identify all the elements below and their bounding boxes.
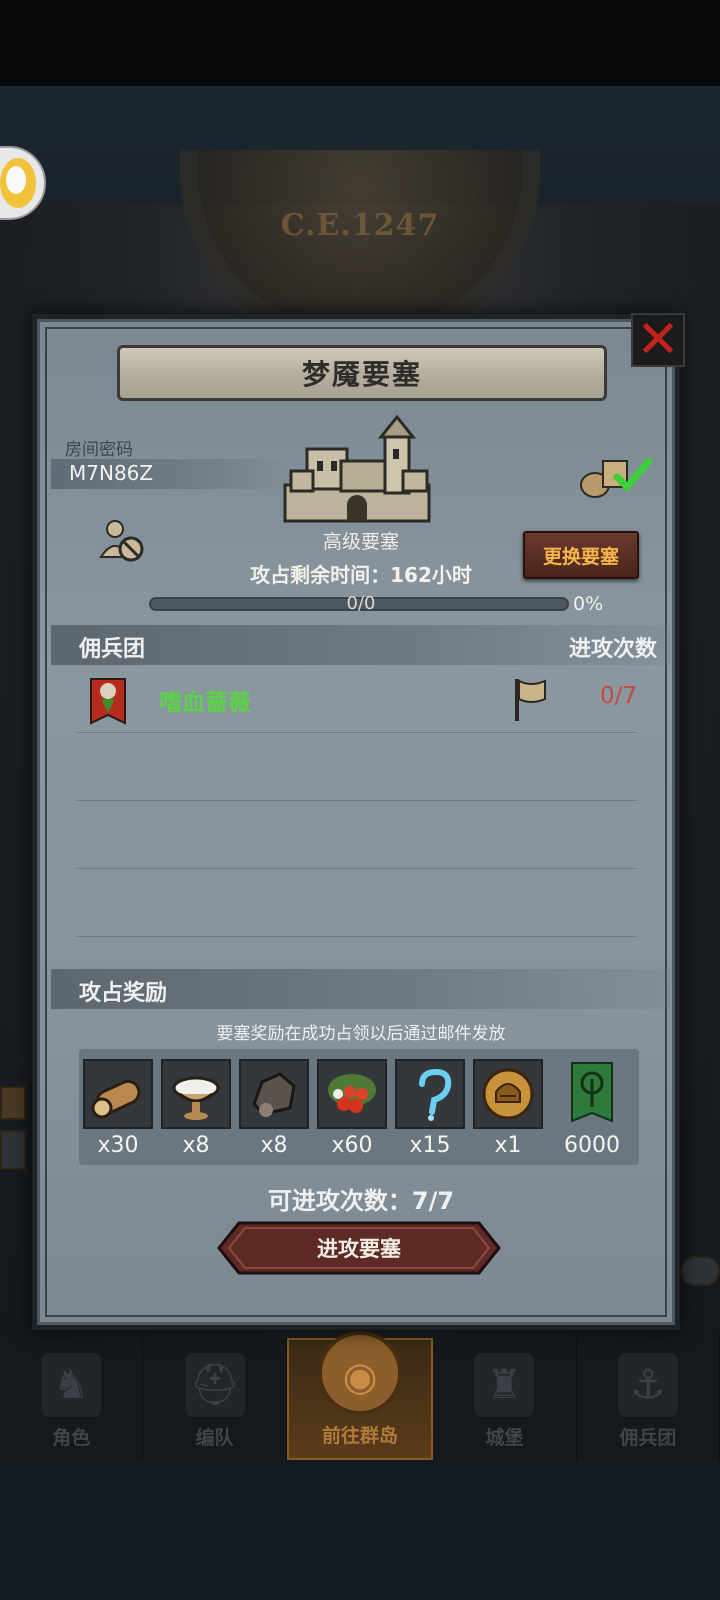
- attacks-header: 进攻次数: [568, 637, 657, 662]
- nav-item-formation[interactable]: ⛑ 编队: [143, 1338, 287, 1460]
- reward-item[interactable]: x8: [239, 1059, 309, 1158]
- mercenary-section-header: 佣兵团 进攻次数: [51, 625, 671, 665]
- knight-icon: ♞: [41, 1353, 102, 1417]
- reward-section-title: 攻占奖励: [79, 981, 168, 1006]
- fortress-icon: [277, 409, 437, 529]
- loot-check-icon[interactable]: [577, 451, 657, 499]
- reward-item[interactable]: x30: [83, 1059, 153, 1158]
- tree-banner-icon: [557, 1059, 627, 1129]
- helmet-icon: ⛑: [184, 1353, 245, 1417]
- close-button[interactable]: ✕: [631, 313, 685, 367]
- nav-item-castle[interactable]: ♜ 城堡: [433, 1338, 577, 1460]
- reward-item[interactable]: x60: [317, 1059, 387, 1158]
- blue-hook-icon: [395, 1059, 465, 1129]
- nav-item-character[interactable]: ♞ 角色: [0, 1338, 144, 1460]
- room-code: M7N86Z: [69, 461, 154, 485]
- nav-label: 佣兵团: [619, 1427, 677, 1449]
- castle-icon: ♜: [474, 1353, 535, 1417]
- reward-tray: x30 x8 x8 x60 x15 x1 6000: [79, 1049, 639, 1165]
- flag-icon: [511, 677, 547, 723]
- helmet-coin-icon: [473, 1059, 543, 1129]
- room-code-bar[interactable]: M7N86Z: [51, 459, 291, 489]
- mercenary-row[interactable]: 嗜血蔷薇 0/7: [77, 665, 637, 733]
- nav-label: 编队: [195, 1427, 234, 1449]
- salt-bowl-icon: [161, 1059, 231, 1129]
- attack-button-label: 进攻要塞: [317, 1237, 401, 1261]
- modal-title: 梦魇要塞: [301, 358, 422, 391]
- bottom-strip: [0, 1460, 720, 1600]
- side-tab-left[interactable]: [0, 1086, 26, 1120]
- empty-row: [77, 733, 637, 801]
- title-banner: 梦魇要塞: [117, 345, 607, 401]
- nav-label: 前往群岛: [322, 1425, 399, 1447]
- ship-icon: ⚓: [617, 1353, 678, 1417]
- mercenary-attacks: 0/7: [599, 683, 637, 709]
- chick-face: [6, 166, 26, 194]
- attacks-available: 可进攻次数：7/7: [267, 1187, 455, 1215]
- reward-item[interactable]: x15: [395, 1059, 465, 1158]
- nav-label: 城堡: [485, 1427, 524, 1449]
- reward-item[interactable]: 6000: [557, 1059, 627, 1158]
- island-icon: ◉: [318, 1331, 403, 1415]
- nav-item-islands[interactable]: ◉ 前往群岛: [286, 1331, 434, 1460]
- mercenary-section-title: 佣兵团: [79, 637, 146, 662]
- empty-row: [77, 801, 637, 869]
- reward-note: 要塞奖励在成功占领以后通过邮件发放: [216, 1024, 506, 1044]
- reward-qty: 6000: [564, 1133, 620, 1158]
- remaining-time: 攻占剩余时间：162小时: [250, 563, 472, 587]
- reward-qty: x30: [97, 1133, 139, 1158]
- empty-row: [77, 869, 637, 937]
- log-icon: [83, 1059, 153, 1129]
- status-bar: [0, 0, 720, 86]
- fortress-modal: ✕ 梦魇要塞 房间密码 M7N86Z 高级要塞 更换要塞 攻占剩余时间：162小…: [32, 313, 685, 1330]
- close-icon: ✕: [636, 310, 680, 370]
- no-entry-icon[interactable]: [99, 517, 147, 565]
- year-label: C.E.1247: [280, 208, 440, 243]
- nav-item-mercenary[interactable]: ⚓ 佣兵团: [577, 1338, 720, 1460]
- berries-icon: [317, 1059, 387, 1129]
- reward-section-header: 攻占奖励: [51, 969, 671, 1009]
- reward-item[interactable]: x1: [473, 1059, 543, 1158]
- ore-icon: [239, 1059, 309, 1129]
- side-tab-right[interactable]: [680, 1256, 720, 1286]
- room-code-label: 房间密码: [65, 440, 133, 460]
- mercenary-name: 嗜血蔷薇: [159, 690, 251, 716]
- progress-percent: 0%: [573, 593, 604, 615]
- bottom-nav: ♞ 角色 ⛑ 编队 ◉ 前往群岛 ♜ 城堡 ⚓ 佣兵团: [0, 1331, 720, 1460]
- attack-fortress-button[interactable]: 进攻要塞: [217, 1221, 501, 1275]
- reward-qty: x8: [182, 1133, 210, 1158]
- nav-label: 角色: [52, 1427, 91, 1449]
- reward-qty: x15: [409, 1133, 451, 1158]
- rose-banner-icon: [87, 675, 129, 727]
- reward-qty: x60: [331, 1133, 373, 1158]
- side-tab-left-2[interactable]: [0, 1130, 26, 1170]
- reward-qty: x1: [494, 1133, 522, 1158]
- reward-item[interactable]: x8: [161, 1059, 231, 1158]
- reward-qty: x8: [260, 1133, 288, 1158]
